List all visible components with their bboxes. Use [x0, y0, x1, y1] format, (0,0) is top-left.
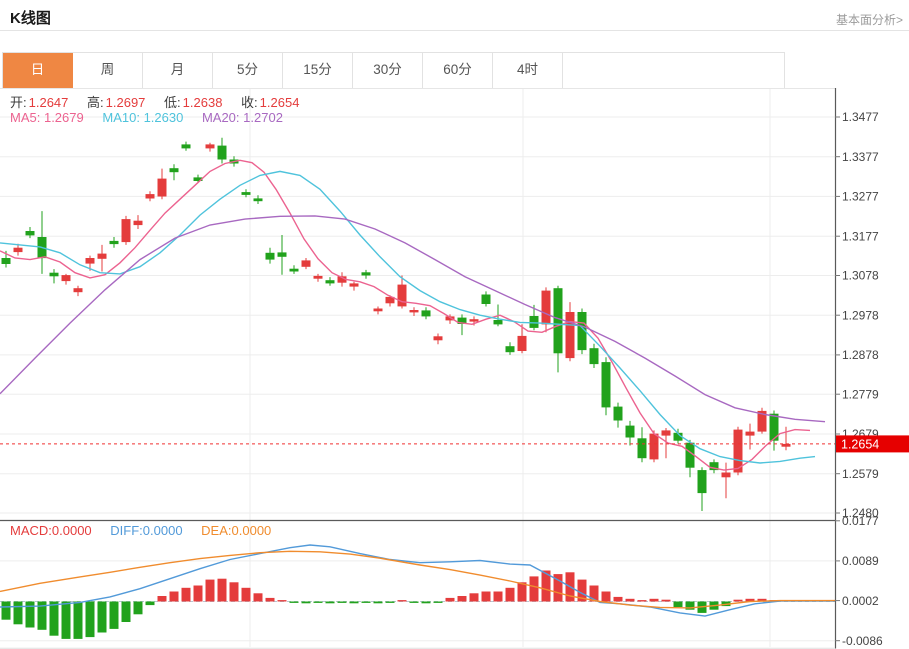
svg-text:1.3477: 1.3477 [842, 110, 879, 124]
svg-text:1.2579: 1.2579 [842, 467, 879, 481]
dea-line [0, 551, 835, 608]
svg-text:1.2878: 1.2878 [842, 348, 879, 362]
svg-text:1.2978: 1.2978 [842, 308, 879, 322]
last-price-badge: 1.2654 [836, 435, 909, 452]
kline-chart-canvas[interactable]: 1.3477 1.3377 1.3277 1.3177 1.3078 1.2978 1.28… [0, 0, 909, 649]
svg-text:1.3078: 1.3078 [842, 269, 879, 283]
candles [2, 138, 791, 511]
svg-text:1.2654: 1.2654 [841, 437, 879, 451]
svg-text:1.2779: 1.2779 [842, 387, 879, 401]
macd-histogram [2, 571, 791, 639]
svg-text:0.0177: 0.0177 [842, 514, 879, 528]
svg-text:1.3377: 1.3377 [842, 150, 879, 164]
macd-axis: 0.0177 0.0089 0.0002 -0.0086 [835, 514, 883, 648]
price-axis: 1.3477 1.3377 1.3277 1.3177 1.3078 1.2978 1.28… [835, 110, 879, 520]
svg-text:0.0002: 0.0002 [842, 594, 879, 608]
svg-text:1.3177: 1.3177 [842, 229, 879, 243]
svg-text:-0.0086: -0.0086 [842, 634, 883, 648]
ma10-line [0, 171, 815, 463]
grid-lines [0, 89, 835, 647]
ma20-line [0, 216, 825, 422]
svg-text:0.0089: 0.0089 [842, 554, 879, 568]
kline-page: { "header": { "title": "K线图", "link_labe… [0, 0, 909, 649]
svg-text:1.3277: 1.3277 [842, 190, 879, 204]
